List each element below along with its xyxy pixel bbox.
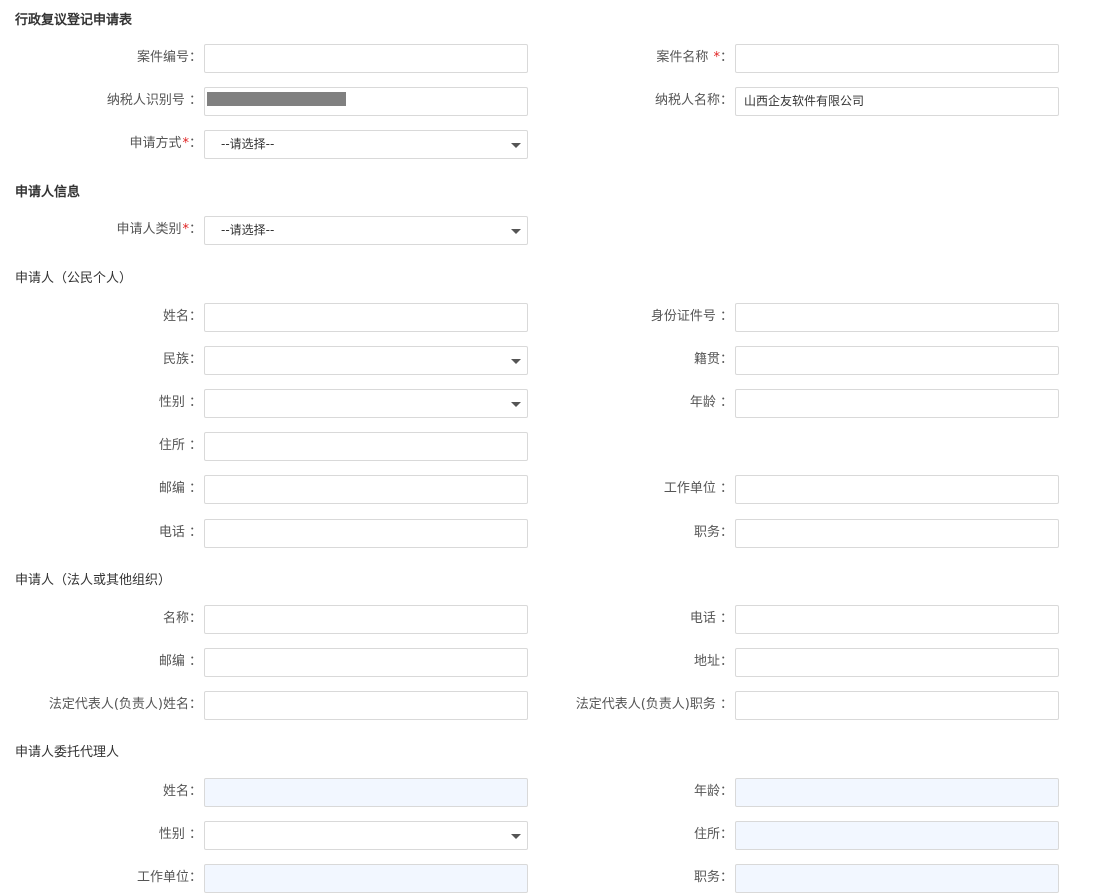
agent-workplace-input[interactable]: [204, 864, 528, 893]
chevron-down-icon: [511, 834, 521, 839]
citizen-native-input[interactable]: [735, 346, 1059, 375]
citizen-postcode-input[interactable]: [204, 475, 528, 504]
citizen-gender-select[interactable]: [204, 389, 528, 418]
label-colon: ：: [188, 136, 202, 151]
citizen-postcode-label: 邮编 ：: [158, 481, 202, 496]
citizen-phone-label: 电话 ：: [158, 525, 202, 540]
citizen-workplace-label: 工作单位 ：: [663, 481, 733, 496]
org-postcode-label: 邮编 ：: [158, 654, 202, 669]
org-section-title: 申请人（法人或其他组织）: [15, 573, 172, 588]
org-rep-name-input[interactable]: [204, 691, 528, 720]
citizen-ethnicity-select[interactable]: [204, 346, 528, 375]
citizen-id-input[interactable]: [735, 303, 1059, 332]
org-phone-input[interactable]: [735, 605, 1059, 634]
citizen-ethnicity-label: 民族：: [162, 352, 202, 367]
label-colon: ：: [719, 50, 733, 65]
apply-method-select[interactable]: --请选择--: [204, 130, 528, 159]
case-name-input[interactable]: [735, 44, 1059, 73]
org-postcode-input[interactable]: [204, 648, 528, 677]
case-no-input[interactable]: [204, 44, 528, 73]
applicant-category-select[interactable]: --请选择--: [204, 216, 528, 245]
citizen-workplace-input[interactable]: [735, 475, 1059, 504]
org-address-label: 地址：: [693, 654, 733, 669]
citizen-section-title: 申请人（公民个人）: [15, 271, 133, 286]
redacted-value: [207, 92, 346, 106]
agent-address-input[interactable]: [735, 821, 1059, 850]
org-rep-position-input[interactable]: [735, 691, 1059, 720]
taxpayer-id-label: 纳税人识别号 ：: [106, 93, 202, 108]
label-colon: ：: [188, 222, 202, 237]
org-address-input[interactable]: [735, 648, 1059, 677]
agent-age-label: 年龄：: [693, 784, 733, 799]
citizen-address-input[interactable]: [204, 432, 528, 461]
case-name-label-text: 案件名称: [656, 50, 709, 65]
applicant-category-label: 申请人类别*：: [0, 216, 202, 244]
taxpayer-name-value: 山西企友软件有限公司: [744, 94, 865, 108]
agent-name-label: 姓名：: [162, 784, 202, 799]
apply-method-value: --请选择--: [221, 137, 275, 151]
org-rep-name-label: 法定代表人(负责人)姓名：: [48, 697, 202, 712]
taxpayer-name-label: 纳税人名称：: [654, 93, 733, 108]
applicant-category-value: --请选择--: [221, 223, 275, 237]
citizen-position-label: 职务：: [693, 525, 733, 540]
chevron-down-icon: [511, 229, 521, 234]
citizen-name-label: 姓名：: [162, 309, 202, 324]
citizen-id-label: 身份证件号 ：: [650, 309, 733, 324]
citizen-phone-input[interactable]: [204, 519, 528, 548]
agent-address-label: 住所：: [693, 827, 733, 842]
chevron-down-icon: [511, 359, 521, 364]
case-no-label: 案件编号：: [136, 50, 202, 65]
agent-gender-select[interactable]: [204, 821, 528, 850]
agent-gender-label: 性别 ：: [158, 827, 202, 842]
page-title: 行政复议登记申请表: [15, 13, 133, 28]
org-rep-position-label: 法定代表人(负责人)职务 ：: [575, 697, 733, 712]
citizen-position-input[interactable]: [735, 519, 1059, 548]
org-name-label: 名称：: [162, 611, 202, 626]
org-phone-label: 电话 ：: [689, 611, 733, 626]
citizen-gender-label: 性别 ：: [158, 395, 202, 410]
citizen-age-label: 年龄 ：: [689, 395, 733, 410]
agent-name-input[interactable]: [204, 778, 528, 807]
agent-section-title: 申请人委托代理人: [15, 745, 120, 760]
citizen-native-label: 籍贯：: [693, 352, 733, 367]
citizen-age-input[interactable]: [735, 389, 1059, 418]
apply-method-label-text: 申请方式: [129, 136, 182, 151]
citizen-address-label: 住所 ：: [158, 438, 202, 453]
agent-workplace-label: 工作单位：: [136, 870, 202, 885]
applicant-info-title: 申请人信息: [15, 185, 81, 200]
apply-method-label: 申请方式*：: [0, 130, 202, 158]
applicant-category-label-text: 申请人类别: [116, 222, 182, 237]
taxpayer-name-input[interactable]: 山西企友软件有限公司: [735, 87, 1059, 116]
citizen-name-input[interactable]: [204, 303, 528, 332]
case-name-label: 案件名称 *：: [560, 44, 733, 72]
chevron-down-icon: [511, 402, 521, 407]
chevron-down-icon: [511, 143, 521, 148]
org-name-input[interactable]: [204, 605, 528, 634]
agent-position-input[interactable]: [735, 864, 1059, 893]
agent-age-input[interactable]: [735, 778, 1059, 807]
agent-position-label: 职务：: [693, 870, 733, 885]
taxpayer-id-input[interactable]: [204, 87, 528, 116]
